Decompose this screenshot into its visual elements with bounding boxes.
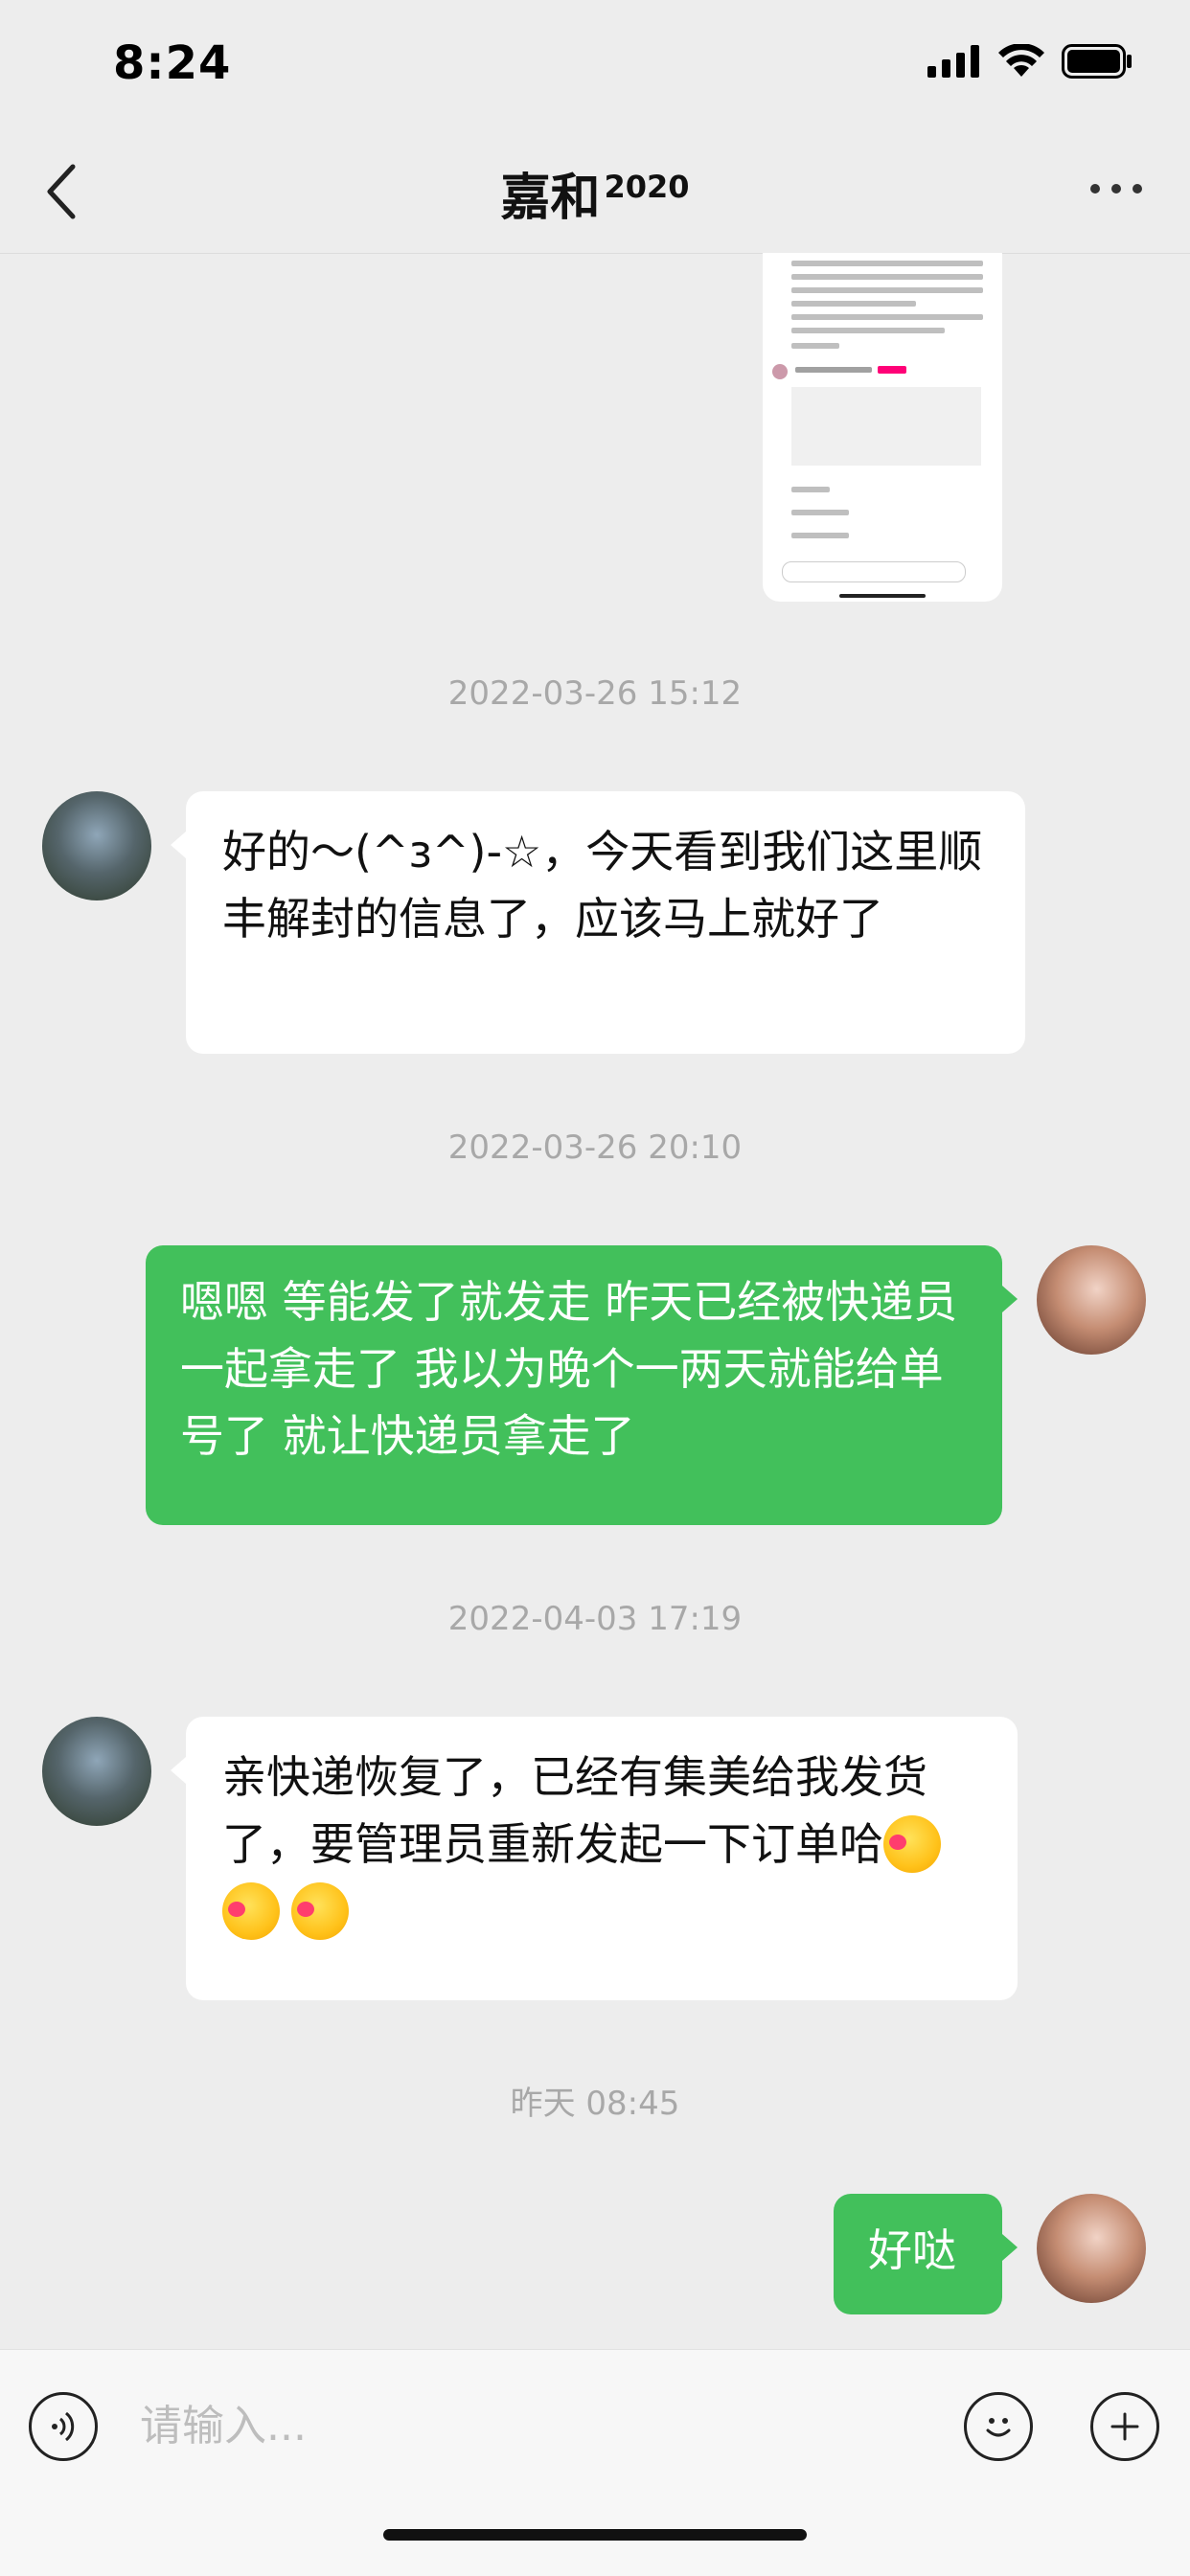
heart-eyes-emoji-icon xyxy=(222,1881,280,1940)
signal-icon xyxy=(927,45,979,78)
dot xyxy=(1090,184,1100,194)
message-text: 亲快递恢复了，已经有集美给我发货了，要管理员重新发起一下订单哈 xyxy=(222,1751,927,1870)
image-quote-box xyxy=(791,387,981,466)
chat-title: 嘉和 2020 xyxy=(0,157,1190,229)
message-timestamp: 2022-03-26 15:12 xyxy=(447,674,743,713)
message-bubble-outgoing[interactable]: 嗯嗯 等能发了就发走 昨天已经被快递员一起拿走了 我以为晚个一两天就能给单号了 … xyxy=(146,1245,1002,1525)
message-bubble-incoming[interactable]: 亲快递恢复了，已经有集美给我发货了，要管理员重新发起一下订单哈 xyxy=(186,1717,1018,2000)
image-line xyxy=(791,487,830,492)
more-dots-icon[interactable] xyxy=(1090,184,1142,194)
plus-glyph xyxy=(1110,2412,1139,2441)
message-bubble-outgoing[interactable]: 好哒 xyxy=(834,2194,1002,2314)
image-line xyxy=(791,328,945,333)
my-avatar[interactable] xyxy=(1037,2194,1146,2303)
image-line xyxy=(791,287,983,293)
image-line xyxy=(791,343,839,349)
image-line xyxy=(795,367,872,373)
dot xyxy=(1133,184,1142,194)
image-line xyxy=(791,301,916,307)
bubble-tail xyxy=(171,1757,186,1784)
emoji-icon[interactable] xyxy=(964,2392,1033,2461)
image-line xyxy=(791,510,849,515)
heart-eyes-emoji-icon xyxy=(291,1881,349,1940)
voice-waves xyxy=(52,2411,75,2442)
wifi-icon xyxy=(998,44,1044,77)
image-line xyxy=(791,533,849,538)
image-line xyxy=(791,314,983,320)
image-avatar xyxy=(772,364,788,379)
home-indicator[interactable] xyxy=(383,2529,807,2541)
plus-icon[interactable] xyxy=(1090,2392,1159,2461)
my-avatar[interactable] xyxy=(1037,1245,1146,1355)
image-comment-bar xyxy=(782,561,966,582)
bubble-tail xyxy=(171,832,186,858)
image-tag xyxy=(878,366,906,374)
contact-avatar[interactable] xyxy=(42,1717,151,1826)
message-timestamp: 昨天 08:45 xyxy=(510,2085,680,2123)
status-time: 8:24 xyxy=(113,36,232,90)
bubble-tail xyxy=(1002,1286,1018,1312)
bubble-tail xyxy=(1002,2234,1018,2261)
status-bar: 8:24 xyxy=(0,0,1190,125)
message-timestamp: 2022-03-26 20:10 xyxy=(447,1128,743,1167)
chat-header: 嘉和 2020 xyxy=(0,125,1190,254)
image-line xyxy=(791,261,983,266)
image-line xyxy=(791,274,983,280)
chat-title-suffix: 2020 xyxy=(604,168,690,205)
message-input[interactable]: 请输入... xyxy=(140,2386,926,2467)
image-home-indicator xyxy=(839,594,926,598)
contact-avatar[interactable] xyxy=(42,791,151,900)
smile-face xyxy=(986,2418,1011,2437)
dot xyxy=(1111,184,1121,194)
message-bubble-incoming[interactable]: 好的～(^з^)-☆，今天看到我们这里顺丰解封的信息了，应该马上就好了 xyxy=(186,791,1025,1054)
status-icons xyxy=(927,44,1133,79)
message-timestamp: 2022-04-03 17:19 xyxy=(447,1600,743,1638)
image-message-screenshot[interactable] xyxy=(763,253,1002,602)
heart-eyes-emoji-icon xyxy=(883,1814,941,1873)
chat-title-name: 嘉和 xyxy=(500,170,601,227)
battery-icon xyxy=(1062,44,1132,79)
input-bar: 请输入... xyxy=(0,2349,1190,2576)
voice-icon[interactable] xyxy=(29,2392,98,2461)
